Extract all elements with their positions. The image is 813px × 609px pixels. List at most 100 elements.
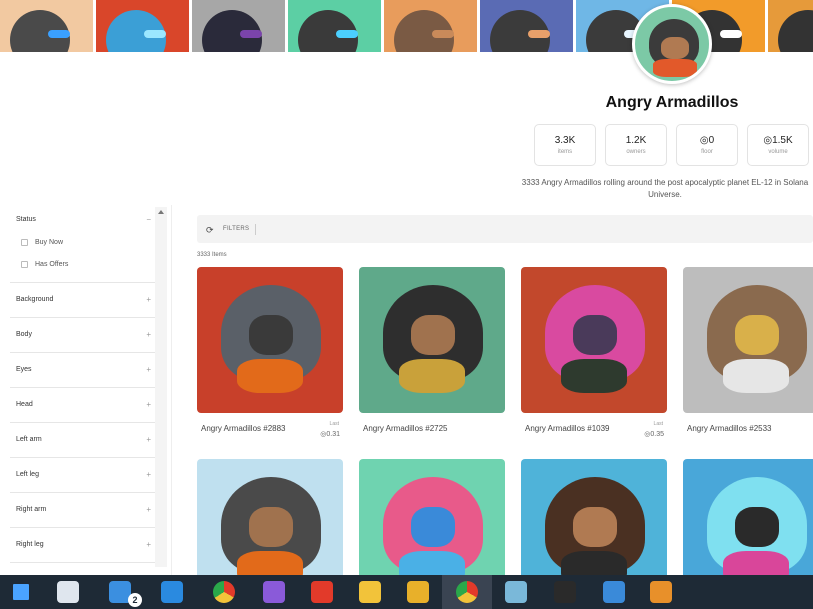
- wps-office-icon: [311, 581, 333, 603]
- armadillo-eye-art: [336, 30, 358, 38]
- taskbar-button[interactable]: [146, 575, 198, 609]
- armadillo-eye-art: [528, 30, 550, 38]
- nft-card[interactable]: [359, 459, 506, 575]
- metamask-icon: [650, 581, 672, 603]
- taskbar-button[interactable]: [42, 575, 94, 609]
- nft-image[interactable]: [197, 267, 343, 413]
- stat-owners: 1.2K owners: [605, 124, 667, 166]
- taskbar-button[interactable]: [250, 575, 298, 609]
- last-price-value: ◎0.35: [644, 431, 664, 438]
- armadillo-belly-art: [723, 551, 789, 575]
- refresh-icon[interactable]: ⟳: [206, 225, 214, 236]
- nft-image[interactable]: [683, 459, 813, 575]
- expand-icon[interactable]: +: [146, 295, 151, 304]
- nft-card[interactable]: [197, 459, 344, 575]
- taskbar-button[interactable]: [590, 575, 638, 609]
- filter-group-label: Background: [16, 296, 54, 303]
- nft-card[interactable]: [521, 459, 668, 575]
- nft-card[interactable]: [683, 459, 813, 575]
- stat-floor: ◎0 floor: [676, 124, 738, 166]
- buy-now-checkbox[interactable]: [21, 239, 28, 246]
- armadillo-face-art: [573, 507, 617, 547]
- filter-group-body[interactable]: Body +: [10, 318, 155, 353]
- expand-icon[interactable]: +: [146, 400, 151, 409]
- nft-card[interactable]: Angry Armadillos #2725: [359, 267, 506, 442]
- filter-group-right-leg[interactable]: Right leg +: [10, 528, 155, 563]
- banner-tile: [288, 0, 381, 52]
- stat-value: ◎0: [699, 135, 715, 146]
- terminal-icon: [554, 581, 576, 603]
- nft-image[interactable]: [359, 267, 505, 413]
- stat-items: 3.3K items: [534, 124, 596, 166]
- filter-group-background[interactable]: Background +: [10, 283, 155, 318]
- taskbar-button[interactable]: [540, 575, 590, 609]
- nft-card[interactable]: Angry Armadillos #1039 Last ◎0.35: [521, 267, 668, 442]
- taskbar-button[interactable]: [0, 575, 42, 609]
- nft-name: Angry Armadillos #2725: [363, 424, 448, 433]
- taskbar-button[interactable]: 2: [94, 575, 146, 609]
- nft-name: Angry Armadillos #1039: [525, 424, 610, 433]
- filter-group-left-arm[interactable]: Left arm +: [10, 423, 155, 458]
- toolbar-divider: [255, 224, 256, 235]
- taskbar-button[interactable]: [638, 575, 684, 609]
- filter-group-right-arm[interactable]: Right arm +: [10, 493, 155, 528]
- has-offers-checkbox[interactable]: [21, 261, 28, 268]
- armadillo-belly-art: [237, 551, 303, 575]
- banner-tile: [768, 0, 813, 52]
- expand-icon[interactable]: +: [146, 330, 151, 339]
- filters-button[interactable]: FILTERS: [223, 226, 249, 232]
- nft-image[interactable]: [359, 459, 505, 575]
- scroll-up-arrow-icon[interactable]: [158, 210, 164, 214]
- expand-icon[interactable]: +: [146, 470, 151, 479]
- armadillo-face-art: [573, 315, 617, 355]
- nft-image[interactable]: [521, 267, 667, 413]
- nft-image[interactable]: [197, 459, 343, 575]
- nft-image[interactable]: [521, 459, 667, 575]
- stat-value: ◎1.5K: [763, 135, 793, 146]
- taskbar-button[interactable]: [198, 575, 250, 609]
- chrome-icon: [213, 581, 235, 603]
- expand-icon[interactable]: +: [146, 540, 151, 549]
- expand-icon[interactable]: +: [146, 505, 151, 514]
- taskbar-button[interactable]: [394, 575, 442, 609]
- marketplace-page: Angry Armadillos 3.3K items 1.2K owners …: [0, 0, 813, 609]
- expand-icon[interactable]: +: [146, 365, 151, 374]
- stat-label: owners: [626, 149, 646, 155]
- taskbar-button[interactable]: [442, 575, 492, 609]
- filter-group-label: Head: [16, 401, 33, 408]
- stat-label: volume: [768, 149, 788, 155]
- windows-taskbar: 2: [0, 575, 813, 609]
- taskbar-button[interactable]: [298, 575, 346, 609]
- filter-group-eyes[interactable]: Eyes +: [10, 353, 155, 388]
- file-explorer-icon: [359, 581, 381, 603]
- nft-image[interactable]: [683, 267, 813, 413]
- filter-group-status[interactable]: Status − Buy Now Has Offers: [10, 205, 155, 283]
- armadillo-belly-art: [561, 551, 627, 575]
- nft-card[interactable]: Angry Armadillos #2883 Last ◎0.31: [197, 267, 344, 442]
- nft-name: Angry Armadillos #2533: [687, 424, 772, 433]
- filter-group-left-leg[interactable]: Left leg +: [10, 458, 155, 493]
- last-price-label: Last: [653, 421, 663, 427]
- armadillo-face-art: [411, 507, 455, 547]
- armadillo-face-art: [249, 315, 293, 355]
- taskbar-button[interactable]: [492, 575, 540, 609]
- taskbar-button[interactable]: [346, 575, 394, 609]
- banner-tile: [192, 0, 285, 52]
- vm-app-icon: [407, 581, 429, 603]
- expand-icon[interactable]: +: [146, 435, 151, 444]
- banner-tile: [384, 0, 477, 52]
- collapse-icon[interactable]: −: [146, 215, 151, 224]
- collection-stats: 3.3K items 1.2K owners ◎0 floor ◎1.5K vo…: [534, 124, 809, 166]
- banner-tile: [96, 0, 189, 52]
- results-count: 3333 Items: [197, 252, 227, 258]
- armadillo-face-art: [735, 315, 779, 355]
- notes-app-icon: [505, 581, 527, 603]
- armadillo-eye-art: [432, 30, 454, 38]
- banner-tile: [480, 0, 573, 52]
- task-view-icon: [57, 581, 79, 603]
- armadillo-belly-art: [723, 359, 789, 393]
- checkbox-label: Buy Now: [35, 239, 64, 246]
- filter-group-head[interactable]: Head +: [10, 388, 155, 423]
- sidebar-scrollbar[interactable]: [155, 207, 167, 567]
- nft-card[interactable]: Angry Armadillos #2533◎0: [683, 267, 813, 442]
